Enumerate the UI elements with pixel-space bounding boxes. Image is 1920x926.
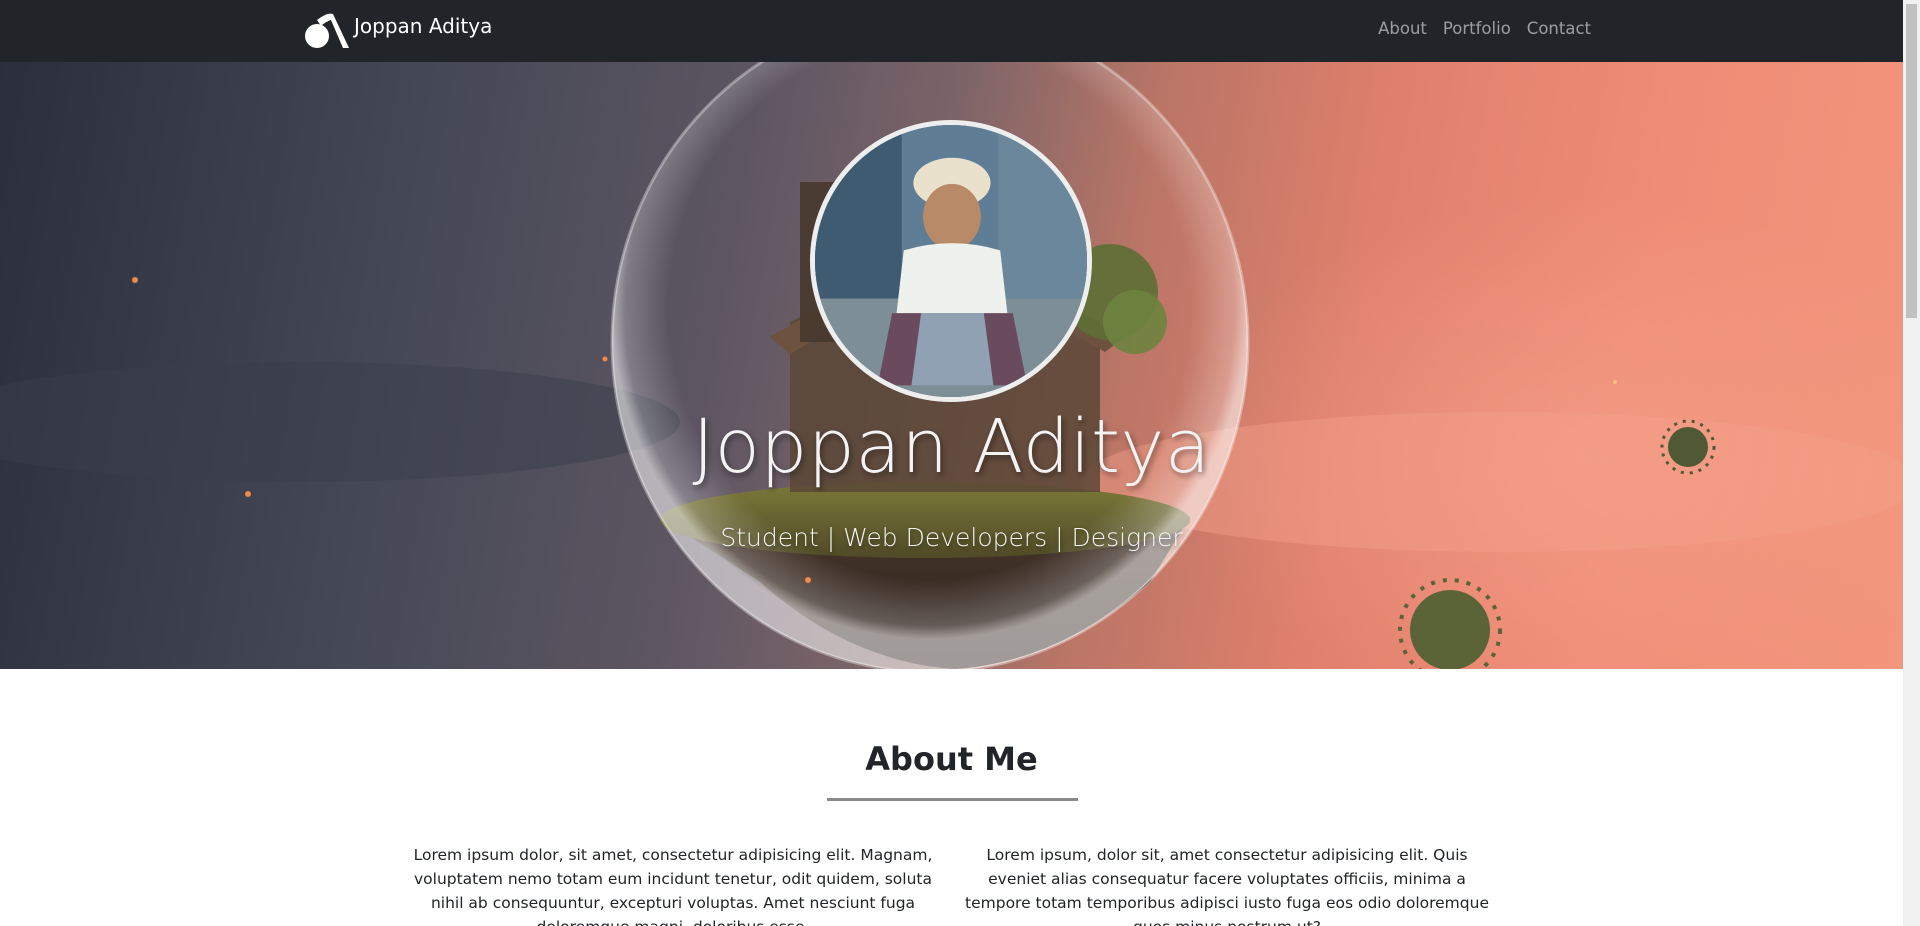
ja-logo-icon (305, 13, 349, 49)
nav-link-contact[interactable]: Contact (1527, 19, 1591, 38)
hero-name: Joppan Aditya (692, 404, 1211, 490)
child-portrait-image (815, 125, 1087, 397)
nav-link-about[interactable]: About (1378, 19, 1427, 38)
about-paragraph-right: Lorem ipsum, dolor sit, amet consectetur… (965, 846, 1489, 926)
brand-name: Joppan Aditya (354, 13, 493, 38)
top-navbar: Joppan Aditya About Portfolio Contact (0, 0, 1903, 62)
nav-links: About Portfolio Contact (1362, 19, 1591, 38)
about-heading: About Me (865, 740, 1038, 778)
brand-link[interactable]: Joppan Aditya (303, 8, 492, 50)
hero-section: Joppan Aditya Student | Web Developers |… (0, 62, 1903, 669)
about-divider (827, 798, 1078, 801)
scrollbar-thumb[interactable] (1906, 4, 1917, 318)
page-scrollbar[interactable] (1903, 0, 1920, 926)
about-paragraph-left: Lorem ipsum dolor, sit amet, consectetur… (413, 846, 933, 926)
nav-link-portfolio[interactable]: Portfolio (1443, 19, 1511, 38)
hero-tagline: Student | Web Developers | Designer (720, 523, 1183, 552)
profile-avatar (810, 120, 1092, 402)
